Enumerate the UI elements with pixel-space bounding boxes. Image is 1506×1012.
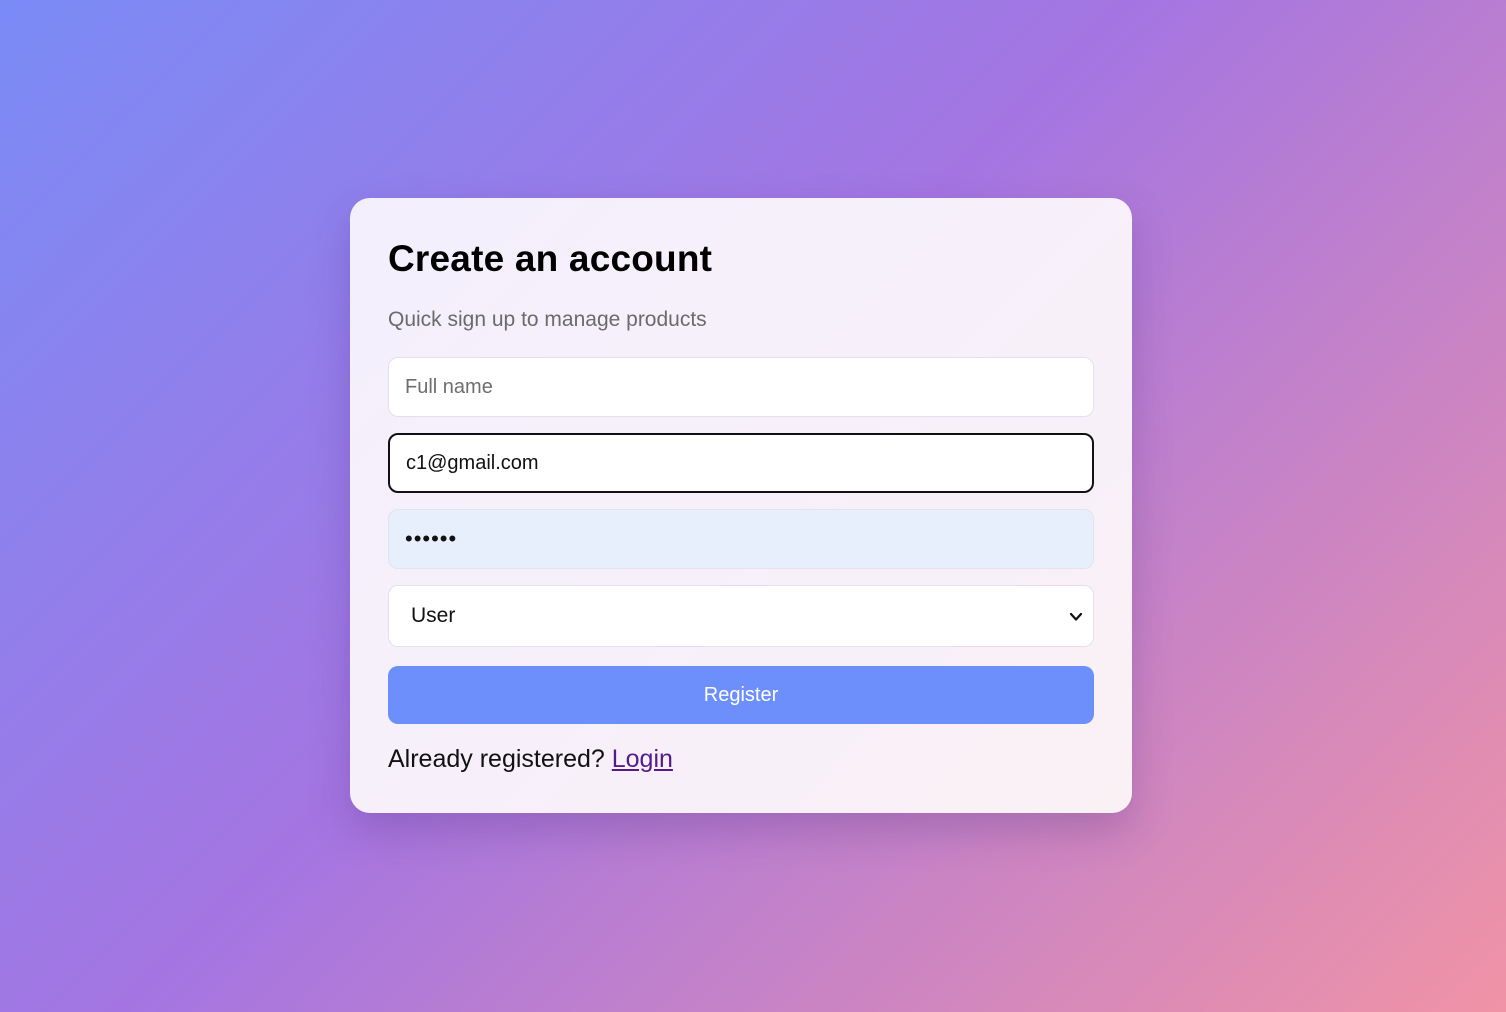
chevron-down-icon (1069, 612, 1083, 621)
page-subtitle: Quick sign up to manage products (388, 308, 707, 331)
login-link[interactable]: Login (612, 745, 673, 773)
register-card: Create an account Quick sign up to manag… (350, 198, 1132, 813)
email-input[interactable] (388, 433, 1094, 493)
login-prompt: Already registered? Login (388, 745, 673, 774)
page-title: Create an account (388, 238, 713, 279)
full-name-input[interactable] (388, 357, 1094, 417)
role-select-value: User (411, 604, 456, 627)
register-button[interactable]: Register (388, 666, 1094, 724)
password-input[interactable] (388, 509, 1094, 569)
login-prompt-text: Already registered? (388, 745, 605, 773)
role-select[interactable]: User (388, 585, 1094, 647)
